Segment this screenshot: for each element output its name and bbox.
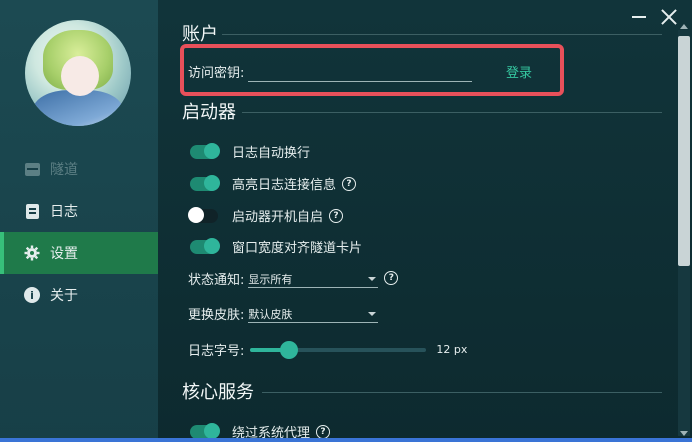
login-button[interactable]: 登录	[506, 62, 532, 81]
autostart-toggle[interactable]	[188, 206, 218, 223]
font-size-row: 日志字号: 12 px	[188, 340, 467, 359]
toggle-label: 窗口宽度对齐隧道卡片	[232, 241, 363, 256]
log-icon	[24, 203, 40, 219]
bypass-proxy-toggle[interactable]	[190, 422, 220, 439]
skin-select[interactable]: 默认皮肤	[248, 303, 379, 323]
access-key-label: 访问密钥:	[188, 65, 245, 81]
sidebar: 隧道 日志 设置 i 关于	[0, 0, 158, 442]
toggle-row-log-wrap: 日志自动换行	[190, 142, 310, 161]
close-icon[interactable]	[660, 8, 678, 26]
toggle-row-autostart: 启动器开机自启 ?	[188, 206, 344, 225]
font-size-label: 日志字号:	[188, 344, 245, 359]
section-title-account: 账户	[182, 24, 218, 45]
skin-row: 更换皮肤: 默认皮肤	[188, 303, 379, 323]
tunnel-icon	[24, 161, 40, 177]
avatar	[25, 20, 131, 126]
access-key-input[interactable]	[248, 60, 473, 82]
font-size-slider[interactable]	[250, 340, 427, 359]
help-icon[interactable]: ?	[342, 176, 357, 191]
toggle-row-highlight: 高亮日志连接信息 ?	[190, 174, 357, 193]
toggle-row-width-align: 窗口宽度对齐隧道卡片	[190, 237, 362, 256]
scrollbar-thumb[interactable]	[678, 36, 690, 266]
notify-select[interactable]: 显示所有	[248, 268, 379, 288]
toggle-label: 高亮日志连接信息	[232, 178, 337, 193]
log-wrap-toggle[interactable]	[190, 142, 220, 159]
toggle-label: 启动器开机自启	[232, 210, 324, 225]
section-title-launcher: 启动器	[182, 102, 236, 123]
slider-thumb[interactable]	[280, 340, 299, 359]
sidebar-item-settings[interactable]: 设置	[0, 232, 158, 274]
sidebar-item-label: 隧道	[50, 162, 78, 178]
skin-label: 更换皮肤:	[188, 307, 245, 323]
toggle-label: 日志自动换行	[232, 146, 311, 161]
chevron-down-icon	[368, 312, 377, 316]
notify-label: 状态通知:	[188, 272, 245, 288]
width-align-toggle[interactable]	[190, 237, 220, 254]
sidebar-item-label: 日志	[50, 204, 78, 220]
sidebar-item-tunnel[interactable]: 隧道	[0, 148, 158, 190]
sidebar-item-log[interactable]: 日志	[0, 190, 158, 232]
help-icon[interactable]: ?	[329, 208, 344, 223]
minimize-icon[interactable]	[632, 16, 646, 18]
section-title-core: 核心服务	[182, 382, 254, 403]
access-key-row: 访问密钥:	[188, 60, 473, 82]
info-icon: i	[24, 287, 40, 303]
font-size-value: 12 px	[436, 343, 468, 356]
chevron-down-icon	[368, 277, 377, 281]
sidebar-item-label: 关于	[50, 288, 78, 304]
taskbar-edge	[0, 438, 692, 442]
scroll-down-icon[interactable]	[680, 431, 688, 436]
gear-icon	[24, 245, 40, 261]
sidebar-item-about[interactable]: i 关于	[0, 274, 158, 316]
help-icon[interactable]: ?	[316, 424, 331, 439]
highlight-log-toggle[interactable]	[190, 174, 220, 191]
sidebar-item-label: 设置	[50, 246, 78, 262]
sidebar-nav: 隧道 日志 设置 i 关于	[0, 148, 158, 316]
settings-panel: 账户 访问密钥: 登录 启动器 日志自动换行 高亮日志连接信息 ? 启动器开机自…	[158, 0, 692, 442]
scroll-up-icon[interactable]	[680, 24, 688, 29]
notify-row: 状态通知: 显示所有 ?	[188, 268, 399, 288]
help-icon[interactable]: ?	[384, 271, 399, 285]
